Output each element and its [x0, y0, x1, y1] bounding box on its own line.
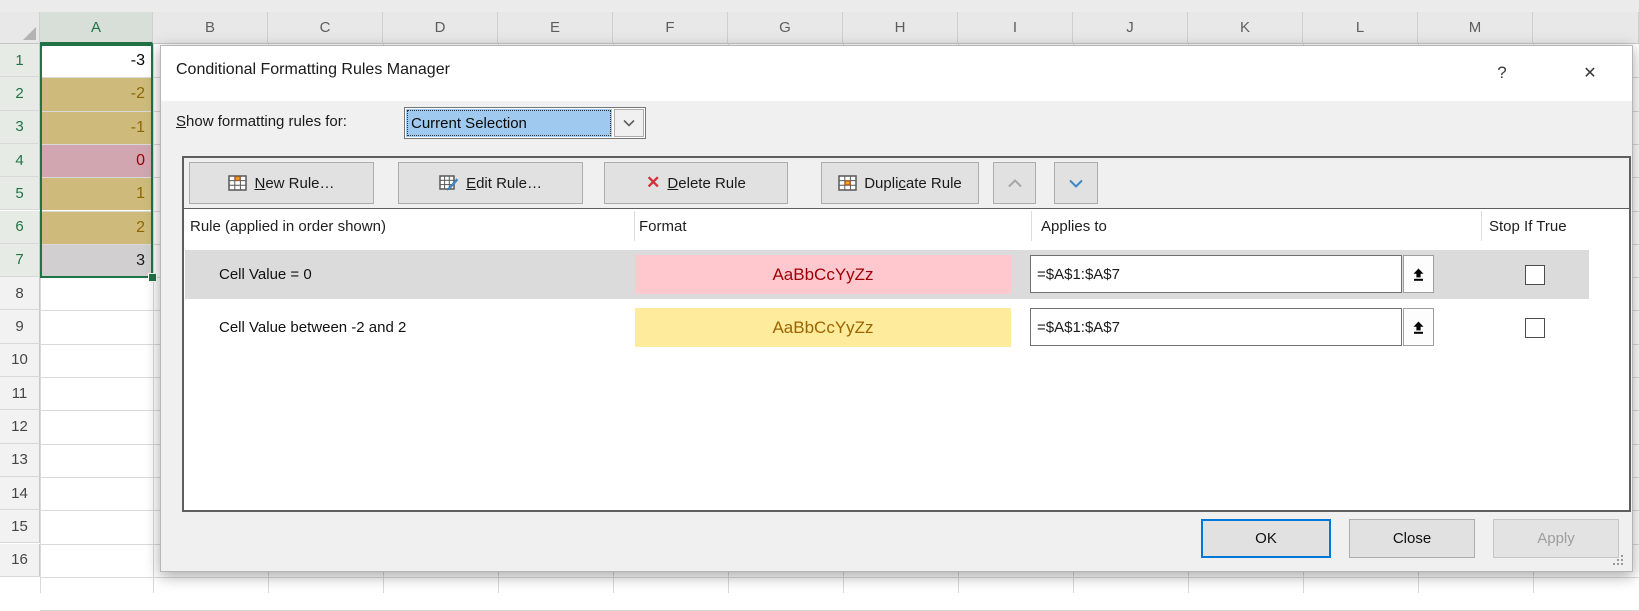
- delete-rule-label: Delete Rule: [667, 175, 745, 192]
- conditional-formatting-rules-manager-dialog: Conditional Formatting Rules Manager ? ✕…: [160, 45, 1633, 572]
- cell-A3[interactable]: -1: [42, 112, 151, 144]
- row-header-4[interactable]: 4: [0, 144, 40, 177]
- cell-A4[interactable]: 0: [42, 145, 151, 177]
- rule-row-cell-value-between[interactable]: Cell Value between -2 and 2 AaBbCcYyZz: [185, 303, 1589, 352]
- rules-list: Rule (applied in order shown) Format App…: [184, 208, 1629, 510]
- chevron-down-icon[interactable]: [614, 109, 644, 137]
- close-icon[interactable]: ✕: [1573, 58, 1607, 88]
- column-header-H[interactable]: H: [843, 12, 958, 44]
- help-icon[interactable]: ?: [1485, 58, 1519, 88]
- cell-A1[interactable]: -3: [42, 45, 151, 77]
- rule-name: Cell Value between -2 and 2: [219, 303, 406, 352]
- cell-A6[interactable]: 2: [42, 212, 151, 244]
- column-header-K[interactable]: K: [1188, 12, 1303, 44]
- duplicate-rule-label: Duplicate Rule: [864, 175, 962, 192]
- ok-button[interactable]: OK: [1201, 519, 1331, 558]
- row-header-10[interactable]: 10: [0, 344, 40, 377]
- edit-rule-button[interactable]: Edit Rule…: [398, 162, 583, 204]
- dialog-titlebar: Conditional Formatting Rules Manager ? ✕: [161, 46, 1632, 101]
- column-header-C[interactable]: C: [268, 12, 383, 44]
- resize-grip[interactable]: [1613, 554, 1625, 566]
- row-header-13[interactable]: 13: [0, 444, 40, 477]
- delete-rule-button[interactable]: ✕ Delete Rule: [604, 162, 788, 204]
- table-icon: [838, 175, 857, 191]
- collapse-dialog-icon[interactable]: [1403, 308, 1434, 346]
- row-header-7[interactable]: 7: [0, 244, 40, 277]
- row-header-14[interactable]: 14: [0, 477, 40, 510]
- header-divider: [1031, 211, 1032, 241]
- stop-if-true-checkbox[interactable]: [1525, 265, 1545, 285]
- select-all-corner[interactable]: [0, 12, 40, 44]
- row-header-16[interactable]: 16: [0, 544, 40, 577]
- applies-to-input[interactable]: [1030, 255, 1402, 293]
- column-header-G[interactable]: G: [728, 12, 843, 44]
- gridline: [40, 577, 1639, 578]
- row-header-9[interactable]: 9: [0, 310, 40, 343]
- new-rule-label: New Rule…: [254, 175, 334, 192]
- column-header-rule: Rule (applied in order shown): [190, 209, 386, 243]
- row-header-5[interactable]: 5: [0, 177, 40, 210]
- collapse-dialog-icon[interactable]: [1403, 255, 1434, 293]
- chevron-up-icon: [1008, 179, 1022, 188]
- cell-A5[interactable]: 1: [42, 178, 151, 210]
- rule-name: Cell Value = 0: [219, 250, 312, 299]
- move-rule-down-button[interactable]: [1054, 162, 1098, 204]
- header-divider: [634, 211, 635, 241]
- column-header-B[interactable]: B: [153, 12, 268, 44]
- show-rules-dropdown-value: Current Selection: [406, 109, 612, 137]
- column-header-J[interactable]: J: [1073, 12, 1188, 44]
- column-header-L[interactable]: L: [1303, 12, 1418, 44]
- stop-if-true-checkbox[interactable]: [1525, 318, 1545, 338]
- chevron-down-icon: [1069, 179, 1083, 188]
- move-rule-up-button[interactable]: [993, 162, 1036, 204]
- fill-handle[interactable]: [148, 273, 157, 282]
- edit-pencil-icon: [439, 175, 459, 192]
- row-header-11[interactable]: 11: [0, 377, 40, 410]
- table-icon: [228, 175, 247, 191]
- new-rule-button[interactable]: New Rule…: [189, 162, 374, 204]
- format-preview: AaBbCcYyZz: [635, 308, 1011, 347]
- rules-frame: New Rule… Edit Rule… ✕ Delete Rule Dupli…: [182, 156, 1631, 512]
- show-rules-dropdown[interactable]: Current Selection: [404, 107, 646, 139]
- dialog-title: Conditional Formatting Rules Manager: [176, 61, 450, 79]
- rule-row-cell-value-0[interactable]: Cell Value = 0 AaBbCcYyZz: [185, 250, 1589, 299]
- column-header-stop: Stop If True: [1489, 209, 1567, 243]
- row-header-15[interactable]: 15: [0, 510, 40, 543]
- delete-x-icon: ✕: [646, 173, 660, 193]
- column-header-blank[interactable]: [1533, 12, 1639, 44]
- apply-button[interactable]: Apply: [1493, 519, 1619, 558]
- column-header-D[interactable]: D: [383, 12, 498, 44]
- column-header-applies: Applies to: [1041, 209, 1107, 243]
- column-header-format: Format: [639, 209, 687, 243]
- column-header-F[interactable]: F: [613, 12, 728, 44]
- format-preview: AaBbCcYyZz: [635, 255, 1011, 294]
- row-header-1[interactable]: 1: [0, 44, 40, 77]
- column-header-A[interactable]: A: [40, 12, 153, 44]
- column-header-M[interactable]: M: [1418, 12, 1533, 44]
- column-header-I[interactable]: I: [958, 12, 1073, 44]
- edit-rule-label: Edit Rule…: [466, 175, 542, 192]
- cell-A7[interactable]: 3: [42, 245, 151, 277]
- row-header-3[interactable]: 3: [0, 111, 40, 144]
- row-header-6[interactable]: 6: [0, 211, 40, 244]
- header-divider: [1481, 211, 1482, 241]
- row-header-12[interactable]: 12: [0, 410, 40, 443]
- close-button[interactable]: Close: [1349, 519, 1475, 558]
- duplicate-rule-button[interactable]: Duplicate Rule: [821, 162, 979, 204]
- column-header-E[interactable]: E: [498, 12, 613, 44]
- row-header-8[interactable]: 8: [0, 277, 40, 310]
- show-rules-label: Show formatting rules for:: [176, 113, 347, 130]
- row-header-2[interactable]: 2: [0, 77, 40, 110]
- applies-to-input[interactable]: [1030, 308, 1402, 346]
- cell-A2[interactable]: -2: [42, 78, 151, 110]
